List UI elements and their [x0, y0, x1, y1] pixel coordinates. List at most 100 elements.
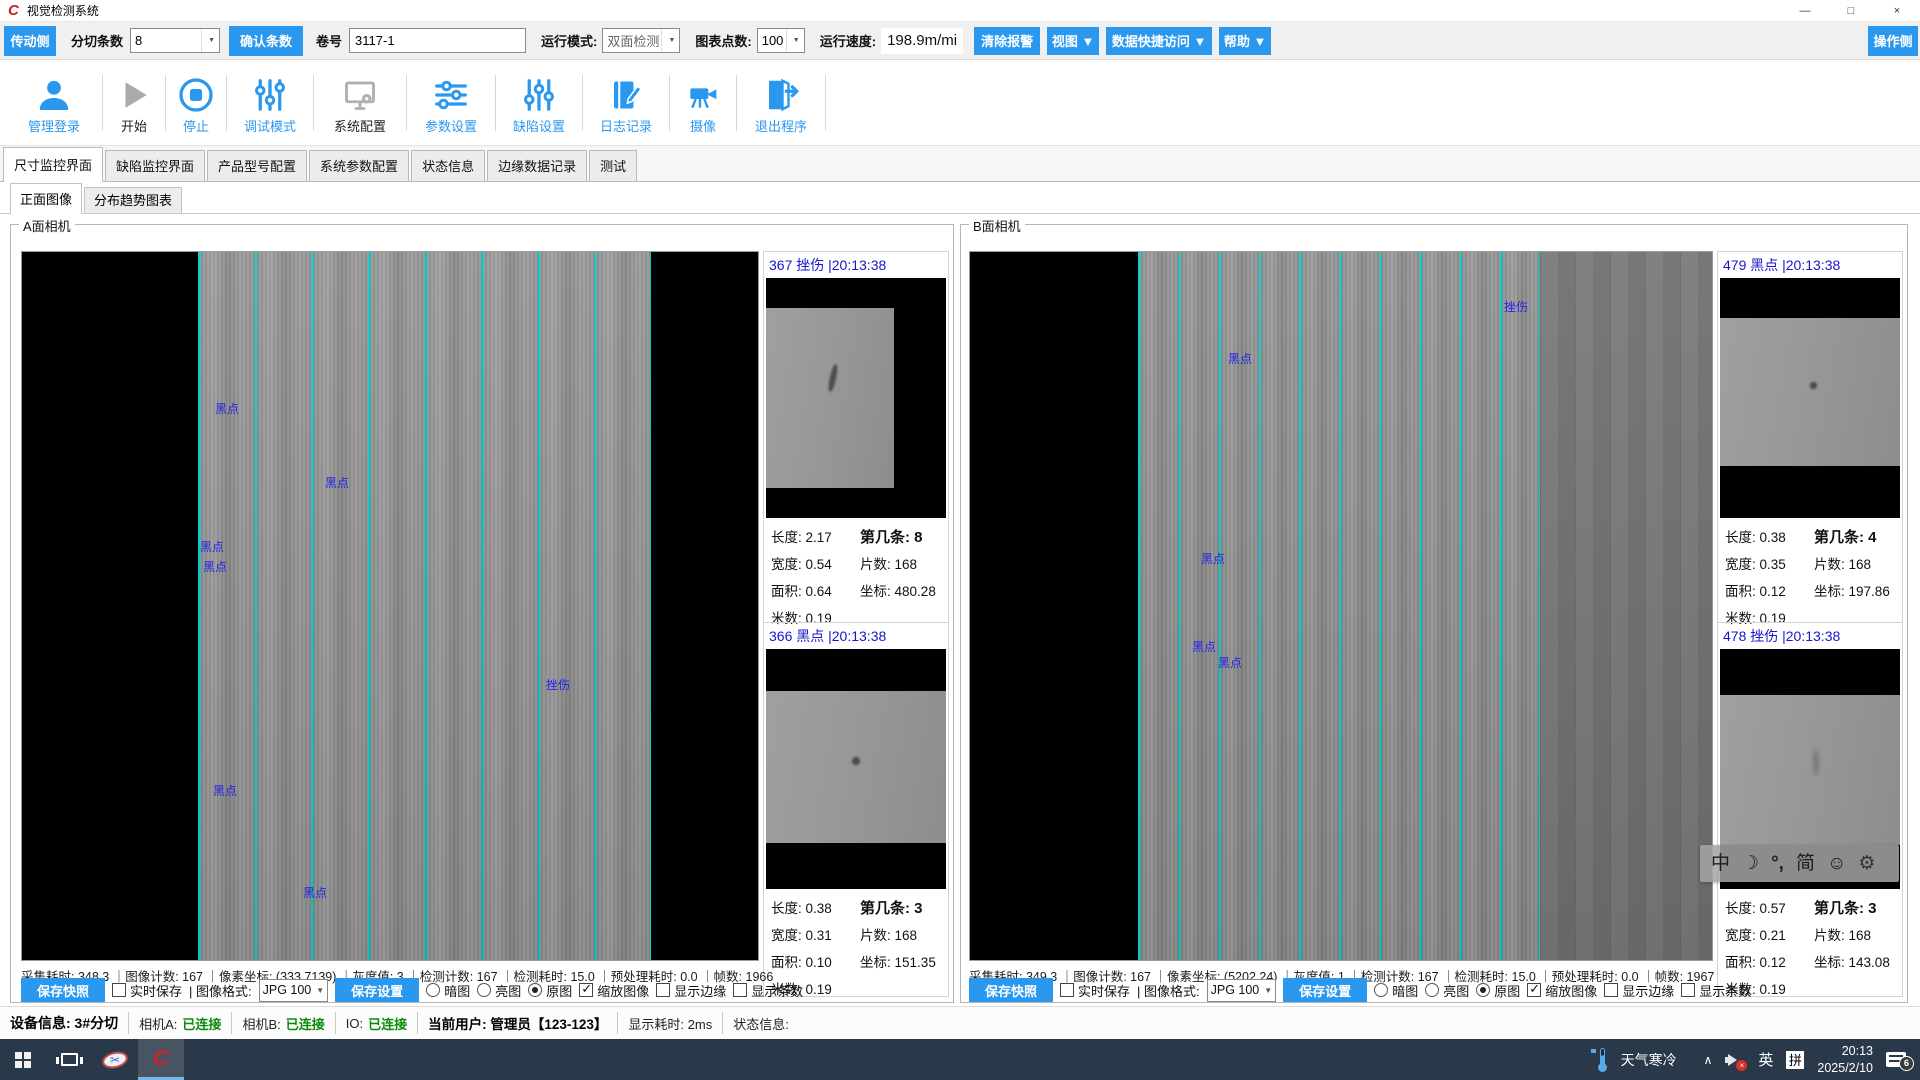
clock[interactable]: 20:13 2025/2/10	[1817, 1043, 1873, 1077]
tray-expand-chevron[interactable]: ∧	[1704, 1053, 1713, 1067]
chart-points-select[interactable]: 100 ▼	[757, 28, 805, 53]
ime-chinese-mode[interactable]: 中	[1711, 854, 1730, 873]
slit-count-select[interactable]: 8 ▼	[130, 28, 220, 53]
stop-button[interactable]: 停止	[166, 71, 226, 135]
defect-card-header[interactable]: 478 挫伤 |20:13:38	[1718, 623, 1902, 649]
image-format-select[interactable]: JPG 100▼	[1207, 979, 1277, 1002]
ime-indicator[interactable]: 拼	[1786, 1051, 1804, 1069]
snipping-tool-button[interactable]: ✂	[92, 1039, 138, 1080]
language-indicator[interactable]: 英	[1758, 1049, 1773, 1070]
tab-defect-monitor[interactable]: 缺陷监控界面	[105, 150, 205, 181]
tab-product-model-config[interactable]: 产品型号配置	[207, 150, 307, 181]
dark-image-radio[interactable]: 暗图	[1374, 981, 1418, 1000]
zoom-image-checkbox[interactable]: 缩放图像	[1527, 981, 1597, 1000]
defect-card-header[interactable]: 366 黑点 |20:13:38	[764, 623, 948, 649]
roll-number-label: 卷号	[316, 31, 342, 50]
exit-program-button[interactable]: 退出程序	[737, 71, 825, 135]
zoom-image-checkbox[interactable]: 缩放图像	[579, 981, 649, 1000]
camera-a-image[interactable]: 黑点 黑点 黑点 黑点 挫伤 黑点 黑点	[21, 251, 759, 961]
icon-toolbar: 管理登录 开始 停止 调试模式 系统配置 参数设置 缺陷设置	[0, 60, 1920, 146]
camera-b-image[interactable]: 挫伤 黑点 黑点 黑点 黑点	[969, 251, 1713, 961]
tab-status-info[interactable]: 状态信息	[411, 150, 485, 181]
close-button[interactable]: ×	[1874, 0, 1920, 21]
original-image-radio[interactable]: 原图	[1476, 981, 1520, 1000]
save-settings-button[interactable]: 保存设置	[1283, 978, 1367, 1002]
show-edge-checkbox[interactable]: 显示边缘	[656, 981, 726, 1000]
defect-card-header[interactable]: 479 黑点 |20:13:38	[1718, 252, 1902, 278]
material-region	[1720, 695, 1900, 845]
show-count-checkbox[interactable]: 显示条数	[1681, 981, 1751, 1000]
operate-side-button[interactable]: 操作侧	[1868, 26, 1918, 56]
task-view-button[interactable]	[46, 1039, 92, 1080]
moon-icon[interactable]: ☽	[1742, 854, 1759, 873]
defect-image[interactable]	[1720, 278, 1900, 518]
defect-label: 黑点	[200, 538, 224, 555]
realtime-save-checkbox[interactable]: 实时保存	[112, 981, 182, 1000]
emoji-icon[interactable]: ☺	[1827, 854, 1846, 873]
tab-test[interactable]: 测试	[589, 150, 637, 181]
defect-settings-button[interactable]: 缺陷设置	[496, 71, 582, 135]
defect-image[interactable]	[766, 649, 946, 889]
io-conn-status: 已连接	[368, 1014, 407, 1033]
radio-icon	[1374, 983, 1388, 997]
punctuation-mode-icon[interactable]: °,	[1771, 854, 1784, 873]
data-quick-access-menu-button[interactable]: 数据快捷访问 ▼	[1106, 27, 1212, 55]
log-record-button[interactable]: 日志记录	[583, 71, 669, 135]
run-speed-label: 运行速度:	[820, 31, 876, 50]
defect-image[interactable]	[766, 278, 946, 518]
tab-system-param-config[interactable]: 系统参数配置	[309, 150, 409, 181]
parameter-settings-button[interactable]: 参数设置	[407, 71, 495, 135]
view-menu-button[interactable]: 视图 ▼	[1047, 27, 1099, 55]
original-image-radio[interactable]: 原图	[528, 981, 572, 1000]
image-format-select[interactable]: JPG 100▼	[259, 979, 329, 1002]
checkbox-icon	[1060, 983, 1074, 997]
subtab-front-image[interactable]: 正面图像	[10, 183, 82, 214]
radio-icon	[426, 983, 440, 997]
material-region	[766, 691, 946, 843]
simplified-mode[interactable]: 简	[1796, 854, 1815, 873]
tab-size-monitor[interactable]: 尺寸监控界面	[3, 147, 103, 182]
run-mode-select[interactable]: 双面检测 ▼	[602, 28, 680, 53]
dark-image-radio[interactable]: 暗图	[426, 981, 470, 1000]
gear-icon[interactable]: ⚙	[1858, 854, 1875, 873]
realtime-save-checkbox[interactable]: 实时保存	[1060, 981, 1130, 1000]
sliders-vertical-icon	[252, 71, 288, 113]
speaker-muted-icon[interactable]: ×	[1725, 1052, 1745, 1068]
debug-mode-button[interactable]: 调试模式	[227, 71, 313, 135]
bright-image-radio[interactable]: 亮图	[1425, 981, 1469, 1000]
save-snapshot-button[interactable]: 保存快照	[969, 978, 1053, 1002]
start-button[interactable]: 开始	[103, 71, 165, 135]
system-config-button[interactable]: 系统配置	[314, 71, 406, 135]
tab-edge-data-record[interactable]: 边缘数据记录	[487, 150, 587, 181]
drive-side-button[interactable]: 传动侧	[4, 26, 56, 56]
admin-login-button[interactable]: 管理登录	[6, 71, 102, 135]
help-menu-button[interactable]: 帮助 ▼	[1219, 27, 1271, 55]
checkbox-icon	[112, 983, 126, 997]
bright-image-radio[interactable]: 亮图	[477, 981, 521, 1000]
minimize-button[interactable]: —	[1782, 0, 1828, 21]
thermometer-icon[interactable]	[1596, 1048, 1608, 1072]
roll-number-input[interactable]	[349, 28, 526, 53]
defect-card-header[interactable]: 367 挫伤 |20:13:38	[764, 252, 948, 278]
save-settings-button[interactable]: 保存设置	[335, 978, 419, 1002]
confirm-count-button[interactable]: 确认条数	[229, 26, 303, 56]
camera-b-conn-label: 相机B:	[242, 1014, 280, 1033]
maximize-button[interactable]: □	[1828, 0, 1874, 21]
save-snapshot-button[interactable]: 保存快照	[21, 978, 105, 1002]
play-icon	[117, 71, 151, 113]
slit-count-label: 分切条数	[71, 31, 123, 50]
show-count-checkbox[interactable]: 显示条数	[733, 981, 803, 1000]
subtab-trend-chart[interactable]: 分布趋势图表	[84, 187, 182, 213]
capture-button[interactable]: 摄像	[670, 71, 736, 135]
weather-text[interactable]: 天气寒冷	[1621, 1050, 1677, 1070]
vision-app-taskbar-button[interactable]: C	[138, 1039, 184, 1080]
material-region	[1720, 318, 1900, 466]
start-button[interactable]	[0, 1039, 46, 1080]
clear-alarm-button[interactable]: 清除报警	[974, 27, 1040, 55]
camera-b-panel: B面相机 挫伤 黑点 黑点 黑点 黑点 479 黑点 |20:13:38 长度:…	[960, 224, 1908, 1003]
camera-b-title: B面相机	[969, 216, 1025, 235]
defect-card: 367 挫伤 |20:13:38 长度: 2.17 宽度: 0.54 面积: 0…	[764, 252, 948, 622]
show-edge-checkbox[interactable]: 显示边缘	[1604, 981, 1674, 1000]
camera-b-conn-status: 已连接	[286, 1014, 325, 1033]
notification-icon[interactable]: 6	[1886, 1052, 1906, 1067]
